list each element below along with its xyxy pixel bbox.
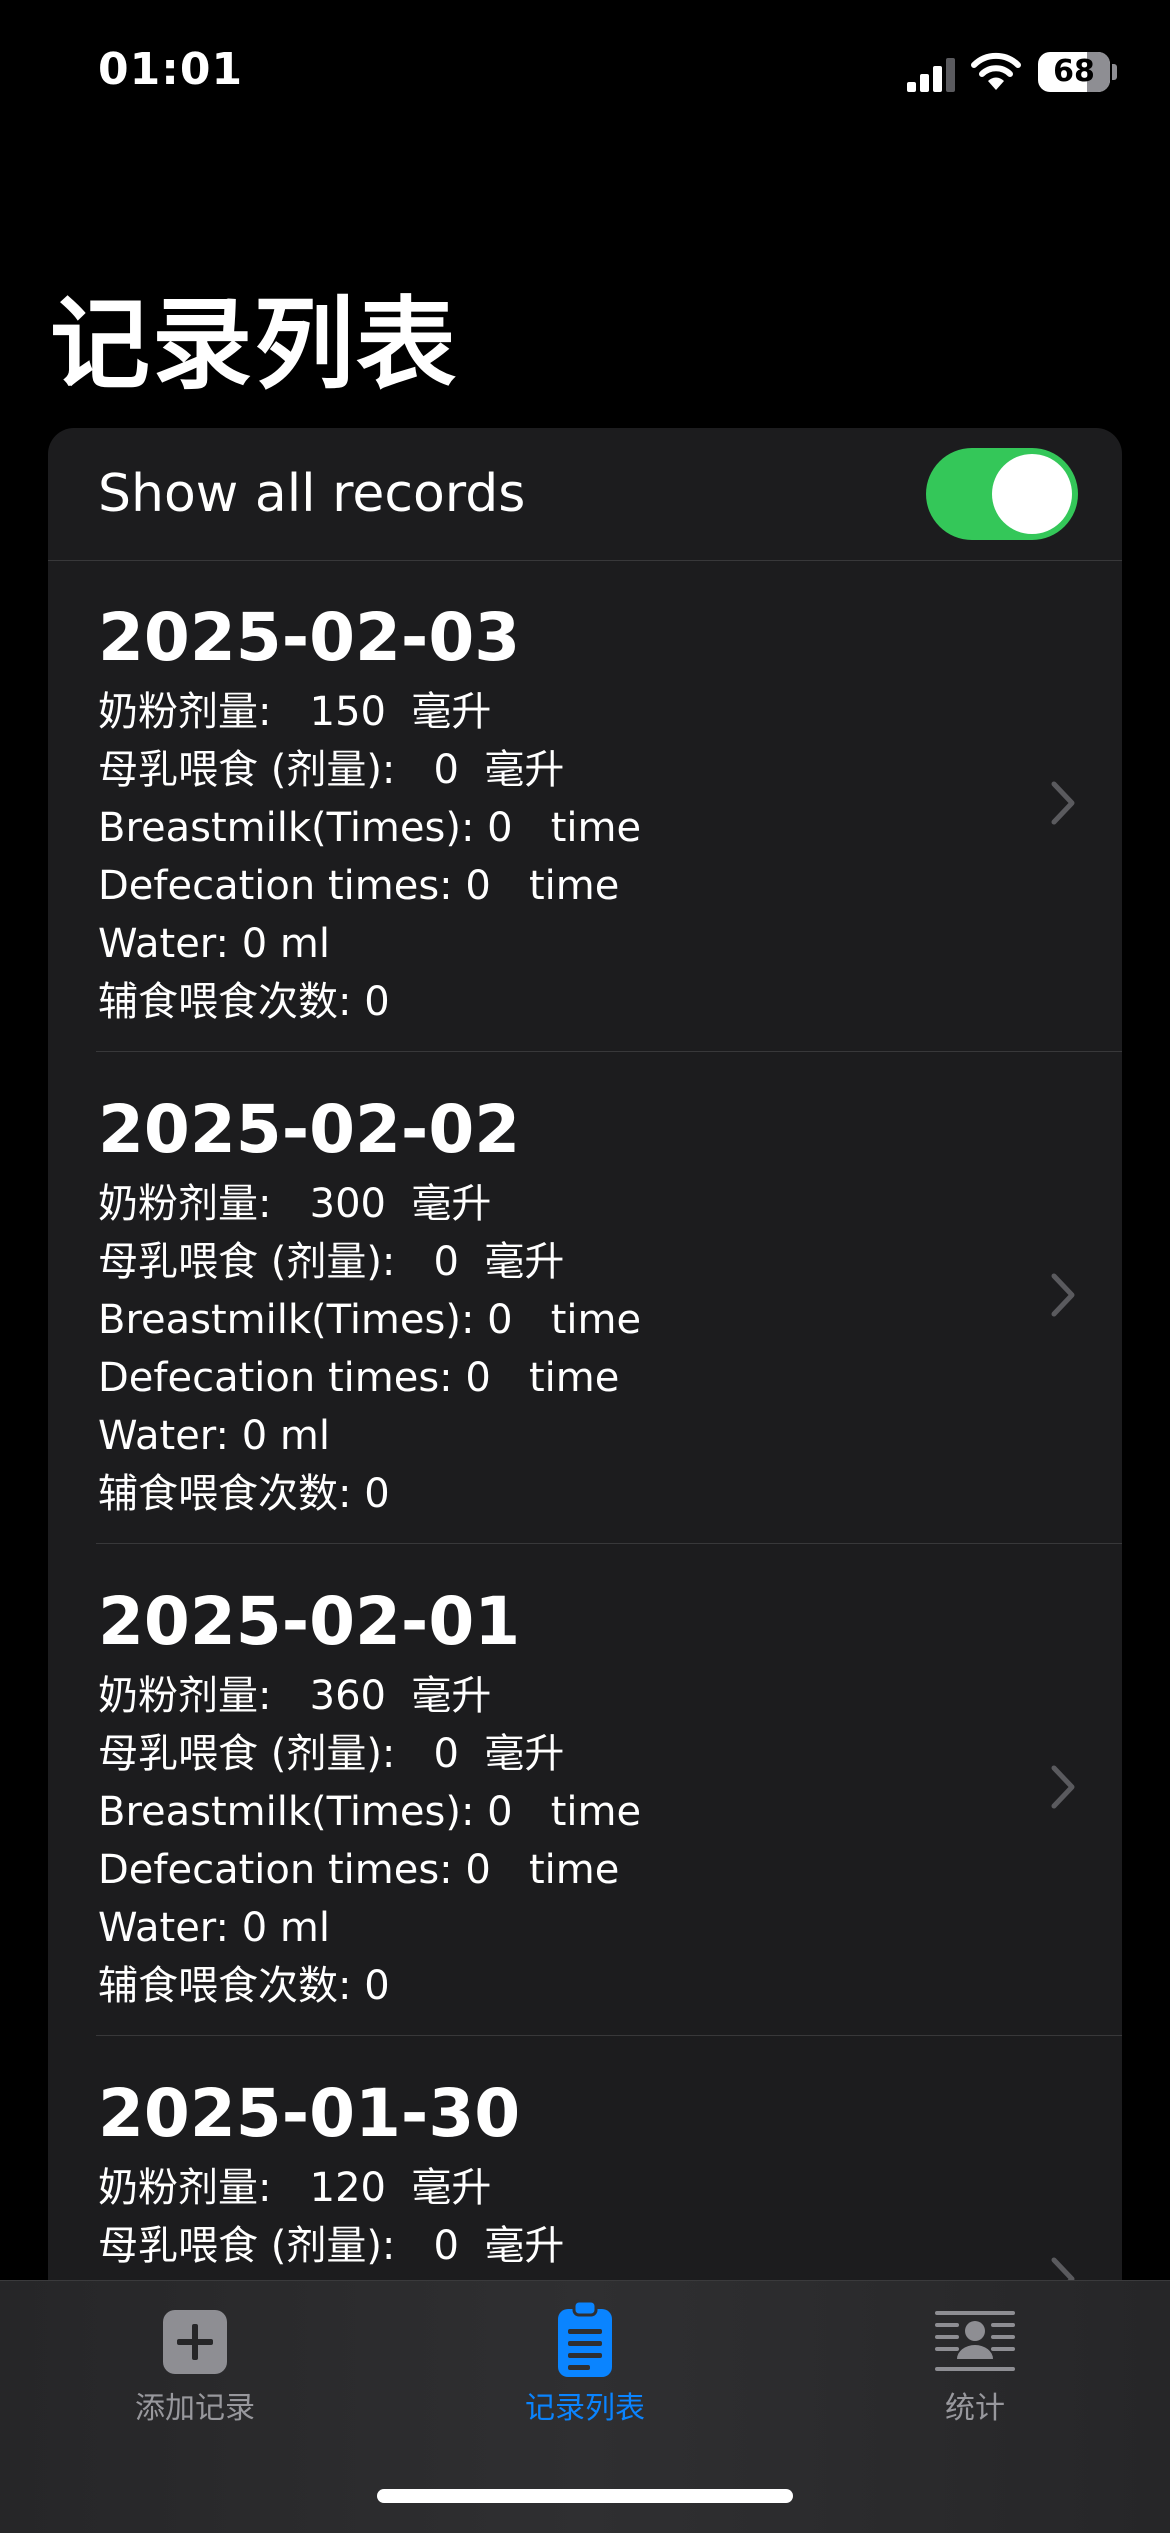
tab-statistics[interactable]: 统计	[780, 2281, 1170, 2441]
formula-amount: 奶粉剂量: 300 毫升	[98, 1181, 492, 1227]
show-all-records-label: Show all records	[98, 464, 526, 524]
breastmilk-amount: 母乳喂食 (剂量): 0 毫升	[98, 2223, 565, 2269]
tab-record-list[interactable]: 记录列表	[390, 2281, 780, 2441]
defecation-times: Defecation times: 0 time	[98, 1355, 620, 1401]
cellular-signal-icon	[907, 58, 955, 92]
water-amount: Water: 0 ml	[98, 921, 330, 967]
battery-icon: 68	[1038, 52, 1110, 92]
breastmilk-amount: 母乳喂食 (剂量): 0 毫升	[98, 747, 565, 793]
battery-cap	[1112, 64, 1117, 80]
tab-label: 记录列表	[525, 2391, 645, 2426]
tab-label: 添加记录	[135, 2391, 255, 2426]
chevron-right-icon	[1051, 781, 1075, 825]
solid-food-times: 辅食喂食次数: 0	[98, 1963, 390, 2009]
breastmilk-times: Breastmilk(Times): 0 time	[98, 805, 642, 851]
breastmilk-times: Breastmilk(Times): 0 time	[98, 1297, 642, 1343]
record-date: 2025-02-01	[98, 1583, 521, 1660]
breastmilk-times: Breastmilk(Times): 0 time	[98, 1789, 642, 1835]
chevron-right-icon	[1051, 1273, 1075, 1317]
plus-square-icon	[163, 2310, 227, 2374]
formula-amount: 奶粉剂量: 150 毫升	[98, 689, 492, 735]
record-row[interactable]: 2025-02-01 奶粉剂量: 360 毫升 母乳喂食 (剂量): 0 毫升 …	[48, 1544, 1122, 2036]
water-amount: Water: 0 ml	[98, 1413, 330, 1459]
record-row[interactable]: 2025-02-03 奶粉剂量: 150 毫升 母乳喂食 (剂量): 0 毫升 …	[48, 560, 1122, 1052]
defecation-times: Defecation times: 0 time	[98, 863, 620, 909]
water-amount: Water: 0 ml	[98, 1905, 330, 1951]
breastmilk-amount: 母乳喂食 (剂量): 0 毫升	[98, 1731, 565, 1777]
home-indicator[interactable]	[377, 2489, 793, 2503]
show-all-records-row: Show all records	[48, 428, 1122, 561]
chevron-right-icon	[1051, 1765, 1075, 1809]
record-date: 2025-02-02	[98, 1091, 521, 1168]
show-all-records-toggle[interactable]	[926, 448, 1078, 540]
battery-level: 68	[1053, 54, 1095, 89]
record-date: 2025-02-03	[98, 599, 521, 676]
wifi-icon	[971, 52, 1021, 90]
tab-label: 统计	[945, 2391, 1005, 2426]
records-list[interactable]: Show all records 2025-02-03 奶粉剂量: 150 毫升…	[48, 428, 1122, 2328]
status-bar: 01:01 68	[0, 0, 1170, 150]
toggle-knob	[992, 454, 1072, 534]
formula-amount: 奶粉剂量: 120 毫升	[98, 2165, 492, 2211]
record-row[interactable]: 2025-02-02 奶粉剂量: 300 毫升 母乳喂食 (剂量): 0 毫升 …	[48, 1052, 1122, 1544]
formula-amount: 奶粉剂量: 360 毫升	[98, 1673, 492, 1719]
stats-person-icon	[935, 2311, 1015, 2371]
page-title: 记录列表	[50, 286, 458, 403]
breastmilk-amount: 母乳喂食 (剂量): 0 毫升	[98, 1239, 565, 1285]
solid-food-times: 辅食喂食次数: 0	[98, 979, 390, 1025]
defecation-times: Defecation times: 0 time	[98, 1847, 620, 1893]
solid-food-times: 辅食喂食次数: 0	[98, 1471, 390, 1517]
clipboard-list-icon	[558, 2299, 612, 2377]
status-time: 01:01	[98, 44, 244, 95]
record-date: 2025-01-30	[98, 2075, 521, 2152]
tab-add-record[interactable]: 添加记录	[0, 2281, 390, 2441]
